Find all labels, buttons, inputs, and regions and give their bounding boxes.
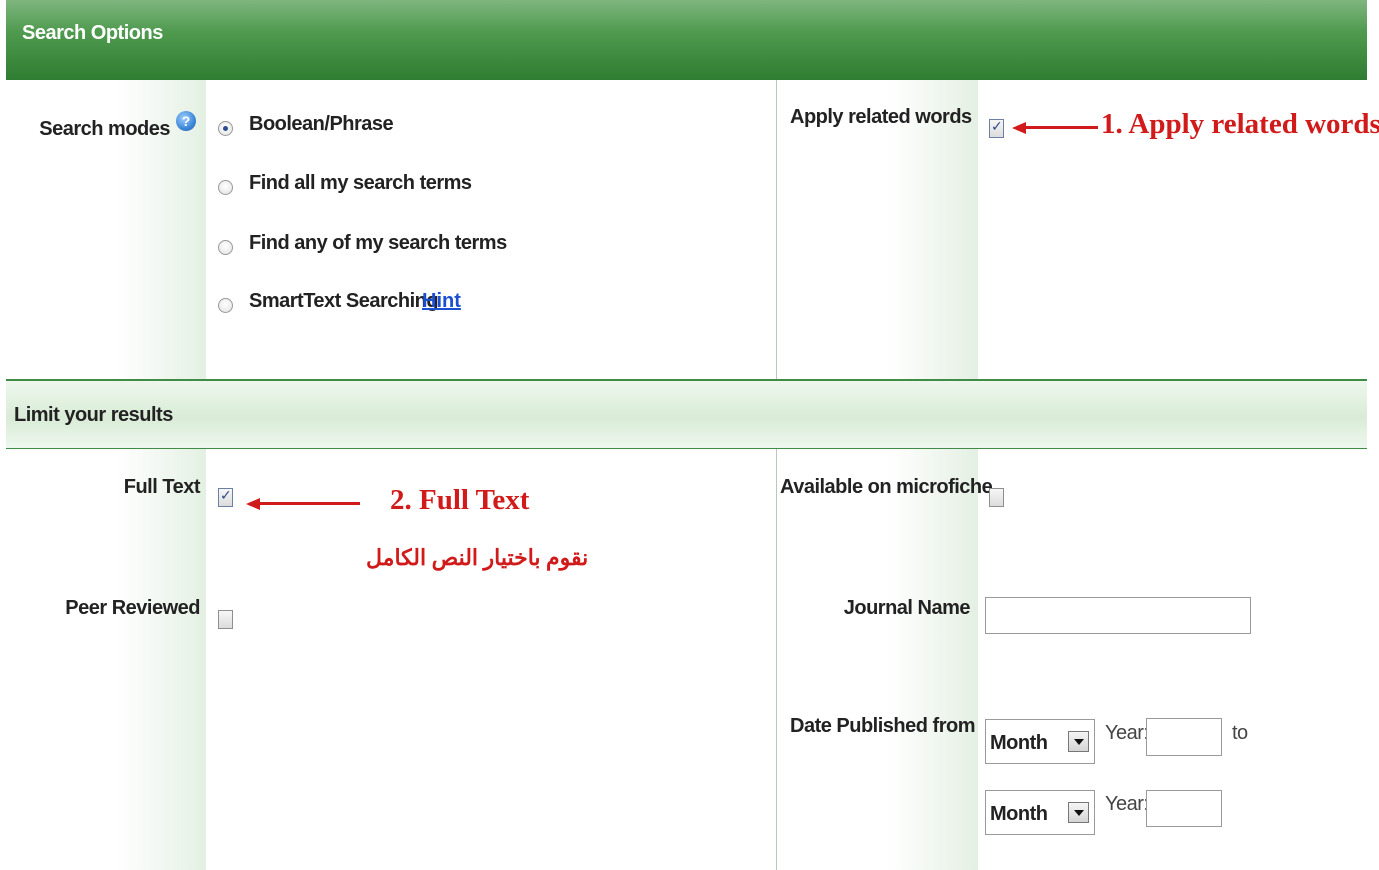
search-modes-label: Search modes bbox=[39, 118, 170, 140]
help-icon[interactable]: ? bbox=[176, 111, 196, 131]
to-label: to bbox=[1232, 722, 1248, 744]
peer-reviewed-checkbox[interactable] bbox=[218, 610, 233, 629]
column-divider-lower bbox=[776, 449, 777, 870]
column-divider bbox=[776, 80, 777, 379]
option-label: Find any of my search terms bbox=[249, 232, 507, 254]
from-month-select[interactable]: Month bbox=[985, 719, 1095, 764]
right-label-column-lower bbox=[777, 449, 978, 870]
full-text-checkbox[interactable] bbox=[218, 488, 233, 507]
journal-name-label: Journal Name bbox=[843, 597, 971, 619]
from-year-input[interactable] bbox=[1146, 718, 1222, 756]
to-month-select[interactable]: Month bbox=[985, 790, 1095, 835]
hint-link[interactable]: Hint bbox=[422, 290, 461, 313]
chevron-down-icon[interactable] bbox=[1068, 731, 1089, 752]
radio-find-any-terms[interactable] bbox=[218, 240, 233, 255]
journal-name-input[interactable] bbox=[985, 597, 1251, 634]
radio-boolean-phrase[interactable] bbox=[218, 121, 233, 136]
annotation-arrow-line bbox=[258, 502, 360, 505]
option-label: Find all my search terms bbox=[249, 172, 472, 194]
from-year-label: Year: bbox=[1105, 722, 1149, 744]
annotation-arrow-line bbox=[1024, 126, 1098, 129]
microfiche-label: Available on microfiche bbox=[780, 476, 993, 498]
full-text-label: Full Text bbox=[123, 476, 201, 498]
apply-related-words-checkbox[interactable] bbox=[989, 119, 1004, 138]
annotation-apply-related: 1. Apply related words bbox=[1101, 108, 1379, 140]
apply-related-words-label: Apply related words bbox=[790, 106, 972, 128]
peer-reviewed-label: Peer Reviewed bbox=[65, 597, 200, 619]
option-label: SmartText Searching bbox=[249, 290, 439, 312]
from-month-value: Month bbox=[990, 732, 1048, 754]
to-year-input[interactable] bbox=[1146, 790, 1222, 827]
option-label: Boolean/Phrase bbox=[249, 113, 394, 135]
search-options-header bbox=[6, 0, 1367, 80]
date-published-label: Date Published from bbox=[790, 715, 975, 737]
chevron-down-icon[interactable] bbox=[1068, 802, 1089, 823]
annotation-full-text: 2. Full Text bbox=[390, 484, 530, 516]
radio-find-all-terms[interactable] bbox=[218, 180, 233, 195]
to-month-value: Month bbox=[990, 803, 1048, 825]
to-year-label: Year: bbox=[1105, 793, 1149, 815]
radio-smarttext[interactable] bbox=[218, 298, 233, 313]
microfiche-checkbox[interactable] bbox=[989, 488, 1004, 507]
left-label-column-lower bbox=[6, 449, 206, 870]
annotation-arabic-note: نقوم باختيار النص الكامل bbox=[366, 545, 589, 570]
limit-results-title: Limit your results bbox=[14, 404, 173, 426]
header-title: Search Options bbox=[22, 22, 163, 44]
limit-results-bar bbox=[6, 379, 1367, 449]
